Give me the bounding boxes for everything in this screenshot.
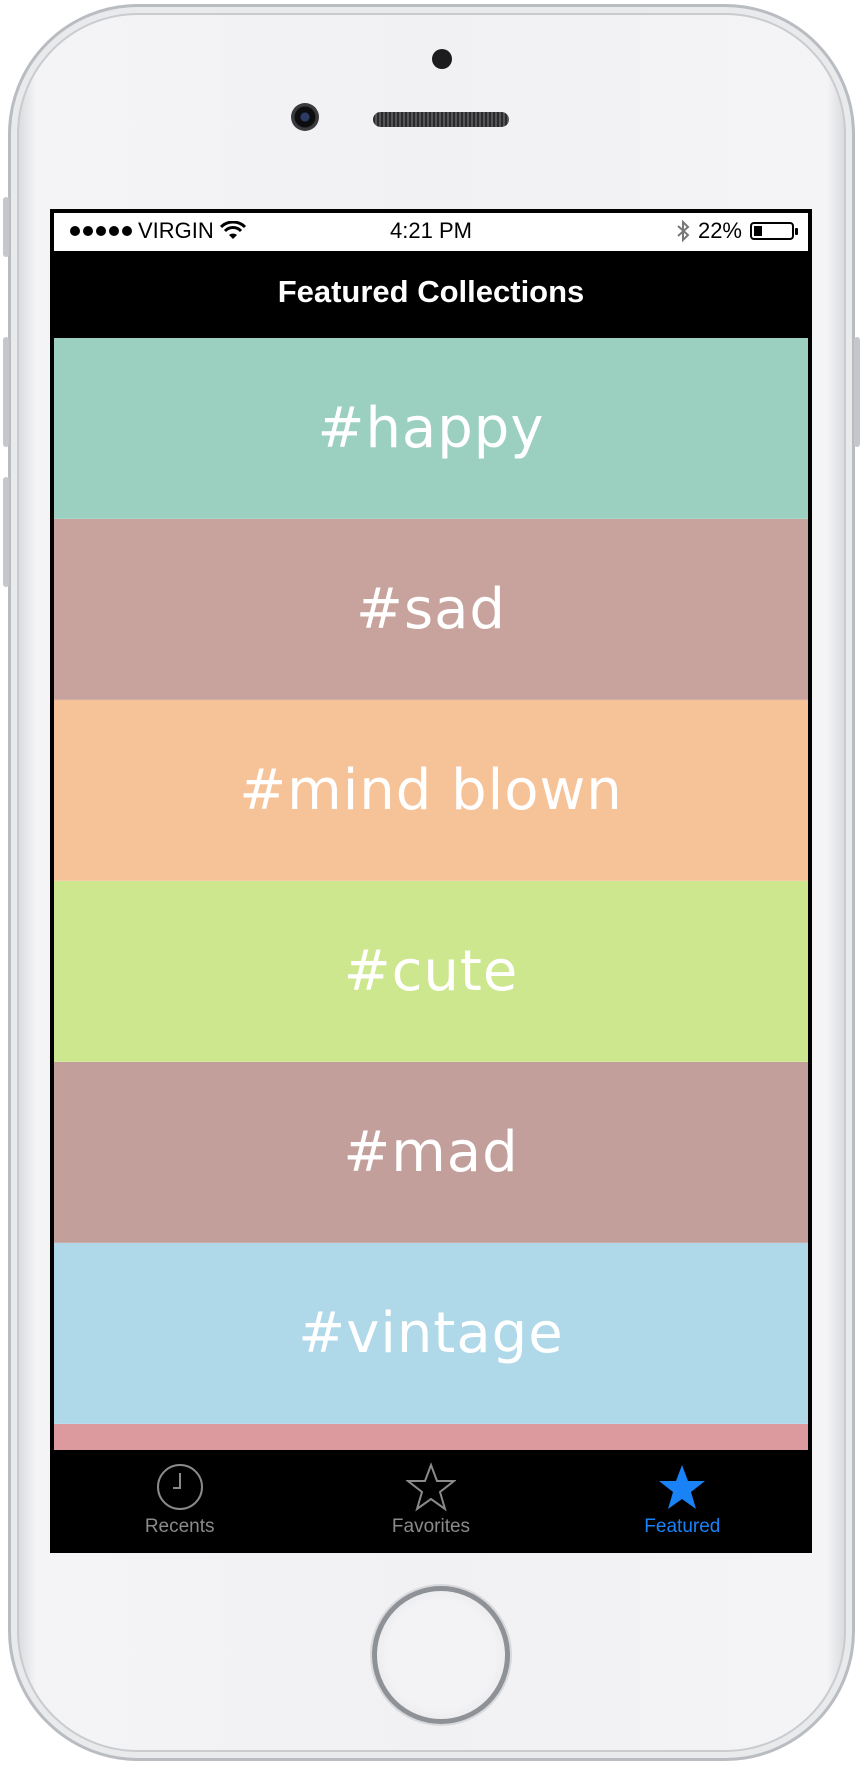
home-button[interactable] [372, 1586, 510, 1724]
mute-switch [3, 197, 9, 257]
battery-icon [750, 222, 798, 240]
collection-label: #sad [356, 576, 506, 642]
collection-row[interactable]: #sad [54, 519, 808, 700]
battery-percentage: 22% [697, 218, 742, 243]
collection-label: #mind blown [239, 757, 623, 823]
collection-row[interactable]: #cute [54, 881, 808, 1062]
volume-down-button [3, 477, 9, 587]
collection-label: #mad [343, 1119, 519, 1185]
power-button [854, 337, 860, 447]
star-outline-icon [405, 1462, 456, 1512]
front-camera [291, 103, 319, 131]
collection-label: #vintage [298, 1300, 564, 1366]
tab-recents-label: Recents [144, 1516, 215, 1537]
tab-featured-label: Featured [644, 1516, 721, 1537]
volume-up-button [3, 337, 9, 447]
page-title: Featured Collections [277, 274, 585, 309]
tab-recents[interactable]: Recents [54, 1450, 305, 1549]
nav-bar: Featured Collections [54, 251, 808, 332]
earpiece-speaker [373, 112, 509, 127]
tab-favorites[interactable]: Favorites [305, 1450, 556, 1549]
tab-favorites-label: Favorites [391, 1516, 471, 1537]
tab-featured[interactable]: Featured [557, 1450, 808, 1549]
collection-list[interactable]: #happy #sad #mind blown #cute #mad #vintage [54, 338, 808, 1450]
collection-row[interactable]: #vintage [54, 1243, 808, 1424]
collection-row[interactable]: #mad [54, 1062, 808, 1243]
collection-label: #happy [317, 395, 545, 461]
status-bar: VIRGIN 4:21 PM 22% [54, 213, 808, 251]
tab-bar: Recents Favorites Featured [54, 1450, 808, 1549]
star-filled-icon [659, 1465, 706, 1509]
screen: VIRGIN 4:21 PM 22% Featured Collections … [50, 209, 812, 1553]
clock-icon [156, 1464, 203, 1510]
bluetooth-icon [677, 219, 690, 243]
collection-row[interactable] [54, 1424, 808, 1450]
collection-row[interactable]: #happy [54, 338, 808, 519]
collection-label: #cute [343, 938, 519, 1004]
collection-row[interactable]: #mind blown [54, 700, 808, 881]
proximity-sensor [432, 49, 452, 69]
